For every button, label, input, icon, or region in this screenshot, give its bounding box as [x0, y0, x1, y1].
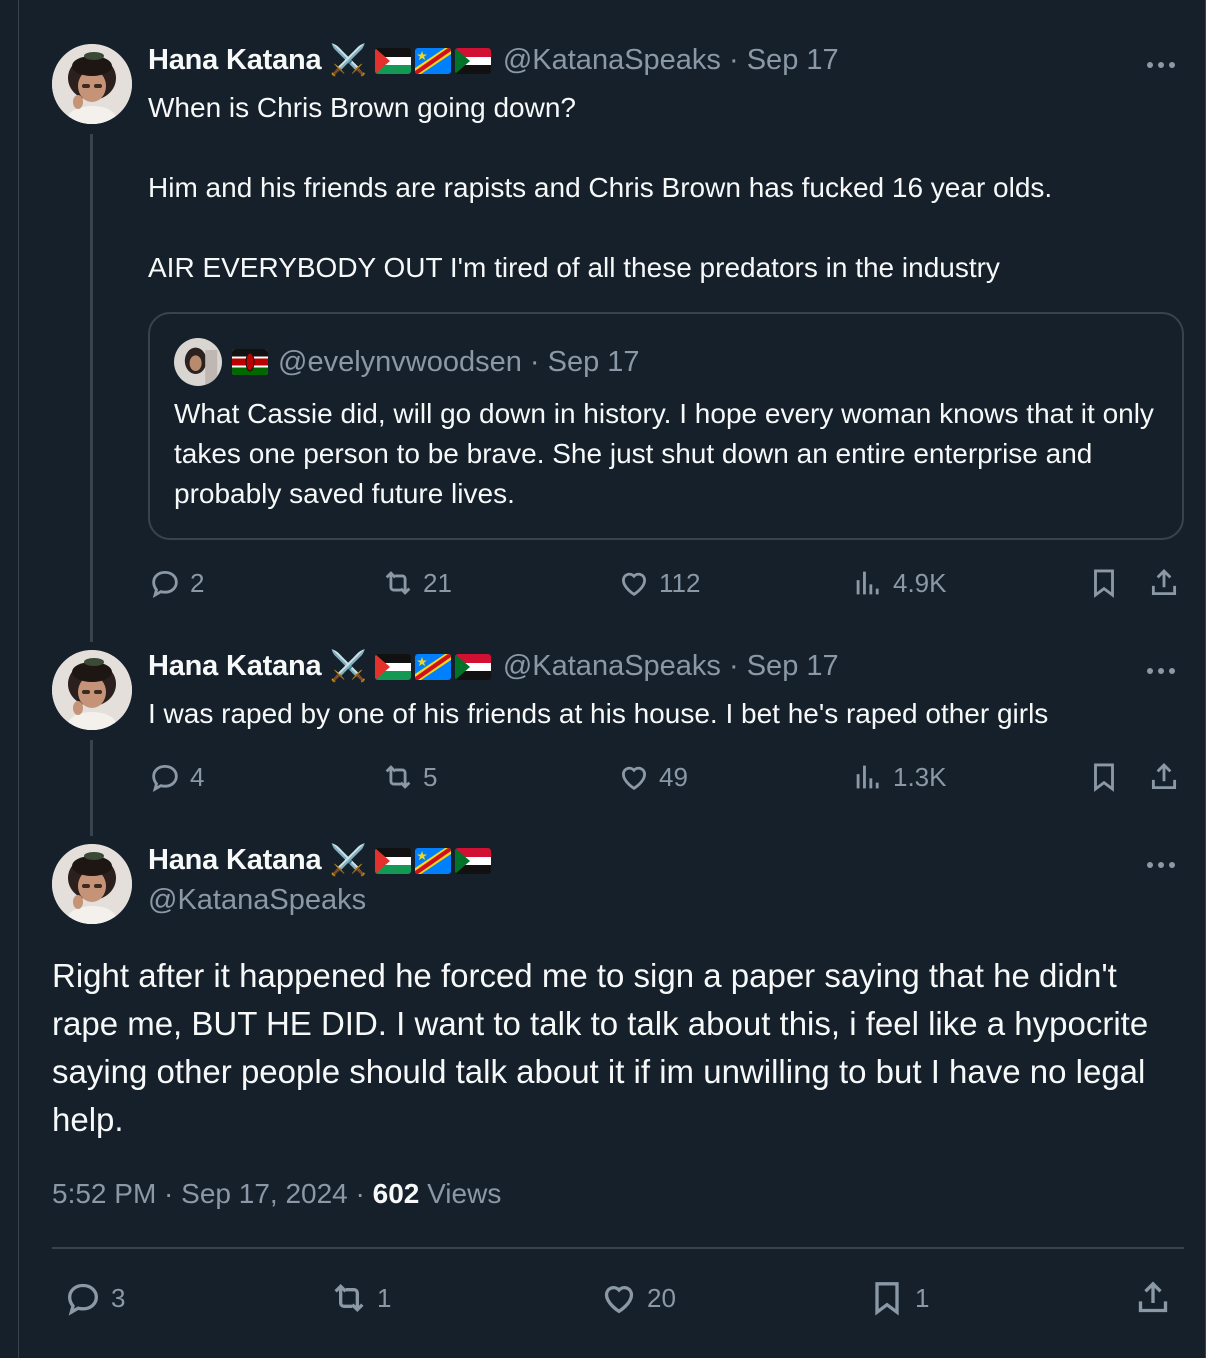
share-icon [1151, 762, 1177, 790]
bookmark-icon [1094, 569, 1114, 598]
dr-congo-flag-icon [414, 653, 451, 680]
reply-button[interactable]: 3 [63, 1278, 125, 1318]
repost-button[interactable]: 1 [329, 1278, 391, 1318]
views-count: 4.9K [893, 567, 947, 598]
separator: · [521, 345, 548, 378]
reply-count: 3 [111, 1282, 126, 1313]
bookmark-button[interactable]: 1 [867, 1278, 929, 1318]
kenya-flag-icon [232, 349, 268, 375]
repost-count: 21 [423, 567, 452, 598]
separator: · [720, 650, 747, 682]
share-button[interactable] [1147, 760, 1181, 794]
main-tweet-text: Right after it happened he forced me to … [52, 957, 1149, 1138]
like-count: 112 [659, 567, 701, 598]
views-count: 1.3K [893, 761, 947, 792]
tweet-meta: 5:52 PM · Sep 17, 2024 · 602 Views [52, 1178, 501, 1210]
share-icon [1138, 1281, 1168, 1313]
views-label: Views [419, 1178, 502, 1209]
repost-count: 1 [377, 1282, 392, 1313]
views-count: 602 [372, 1178, 420, 1209]
like-count: 20 [647, 1282, 676, 1313]
sudan-flag-icon [454, 847, 491, 874]
tweet-header: Hana Katana ⚔️ @KatanaSpeaks · Sep 17 [148, 44, 839, 77]
separator: · [720, 44, 747, 76]
dr-congo-flag-icon [414, 47, 451, 74]
crossed-swords-icon: ⚔️ [329, 649, 367, 683]
display-name[interactable]: Hana Katana [148, 650, 322, 683]
bookmark-icon [875, 1282, 899, 1316]
tweet-text: When is Chris Brown going down? Him and … [148, 88, 1188, 288]
bookmark-button[interactable] [1087, 760, 1121, 794]
tweet-thread-page: Hana Katana ⚔️ @KatanaSpeaks · Sep 17 Wh… [18, 0, 1206, 1358]
reply-count: 2 [190, 567, 205, 598]
timestamp[interactable]: 5:52 PM · Sep 17, 2024 · [52, 1178, 373, 1209]
repost-icon [334, 1283, 364, 1313]
like-button[interactable]: 20 [599, 1278, 676, 1318]
like-button[interactable]: 112 [617, 566, 700, 600]
reply-button[interactable]: 2 [148, 566, 204, 600]
reply-button[interactable]: 4 [148, 760, 204, 794]
thread-line [90, 740, 93, 836]
tweet-date[interactable]: Sep 17 [747, 650, 839, 682]
views-icon [856, 571, 879, 595]
bookmark-count: 1 [915, 1282, 930, 1313]
quote-text: What Cassie did, will go down in history… [174, 398, 1154, 509]
like-icon [621, 766, 647, 790]
avatar[interactable] [52, 44, 132, 124]
bookmark-button[interactable] [1087, 566, 1121, 600]
display-name[interactable]: Hana Katana [148, 44, 322, 77]
reply-icon [67, 1283, 99, 1316]
sudan-flag-icon [454, 653, 491, 680]
views-button[interactable]: 4.9K [851, 566, 947, 600]
tweet-text: I was raped by one of his friends at his… [148, 698, 1049, 729]
reply-icon [152, 764, 178, 793]
repost-count: 5 [423, 761, 438, 792]
handle[interactable]: @KatanaSpeaks [503, 44, 721, 76]
handle[interactable]: @KatanaSpeaks [148, 884, 366, 917]
dr-congo-flag-icon [414, 847, 451, 874]
crossed-swords-icon: ⚔️ [329, 43, 367, 77]
views-icon [856, 765, 879, 789]
repost-icon [385, 571, 411, 595]
divider [52, 1247, 1184, 1249]
like-icon [621, 572, 647, 596]
quote-handle[interactable]: @evelynvwoodsen [278, 346, 522, 378]
share-button[interactable] [1133, 1278, 1173, 1318]
quoted-tweet[interactable]: @evelynvwoodsen · Sep 17 What Cassie did… [148, 312, 1184, 540]
reply-count: 4 [190, 761, 205, 792]
avatar[interactable] [52, 650, 132, 730]
tweet-line: Him and his friends are rapists and Chri… [148, 172, 1053, 203]
tweet-date[interactable]: Sep 17 [747, 44, 839, 76]
palestine-flag-icon [374, 653, 411, 680]
palestine-flag-icon [374, 847, 411, 874]
share-icon [1151, 568, 1177, 596]
repost-button[interactable]: 5 [381, 760, 437, 794]
repost-icon [385, 765, 411, 789]
sudan-flag-icon [454, 47, 491, 74]
quote-avatar[interactable] [174, 338, 222, 386]
like-button[interactable]: 49 [617, 760, 688, 794]
views-button[interactable]: 1.3K [851, 760, 947, 794]
handle[interactable]: @KatanaSpeaks [503, 650, 721, 682]
quote-date[interactable]: Sep 17 [548, 346, 640, 378]
bookmark-icon [1094, 763, 1114, 792]
tweet-header: Hana Katana ⚔️ @KatanaSpeaks · Sep 17 [148, 650, 839, 683]
tweet-line: AIR EVERYBODY OUT I'm tired of all these… [148, 252, 1000, 283]
like-icon [604, 1285, 634, 1314]
palestine-flag-icon [374, 47, 411, 74]
reply-icon [152, 570, 178, 599]
avatar[interactable] [52, 844, 132, 924]
share-button[interactable] [1147, 566, 1181, 600]
main-tweet-header: Hana Katana ⚔️ [148, 844, 491, 877]
display-name[interactable]: Hana Katana [148, 844, 322, 877]
crossed-swords-icon: ⚔️ [329, 843, 367, 877]
like-count: 49 [659, 761, 688, 792]
more-icon[interactable] [1147, 62, 1175, 68]
more-icon[interactable] [1147, 668, 1175, 674]
repost-button[interactable]: 21 [381, 566, 452, 600]
more-icon[interactable] [1147, 862, 1175, 868]
tweet-line: When is Chris Brown going down? [148, 92, 576, 123]
thread-line [90, 134, 93, 642]
